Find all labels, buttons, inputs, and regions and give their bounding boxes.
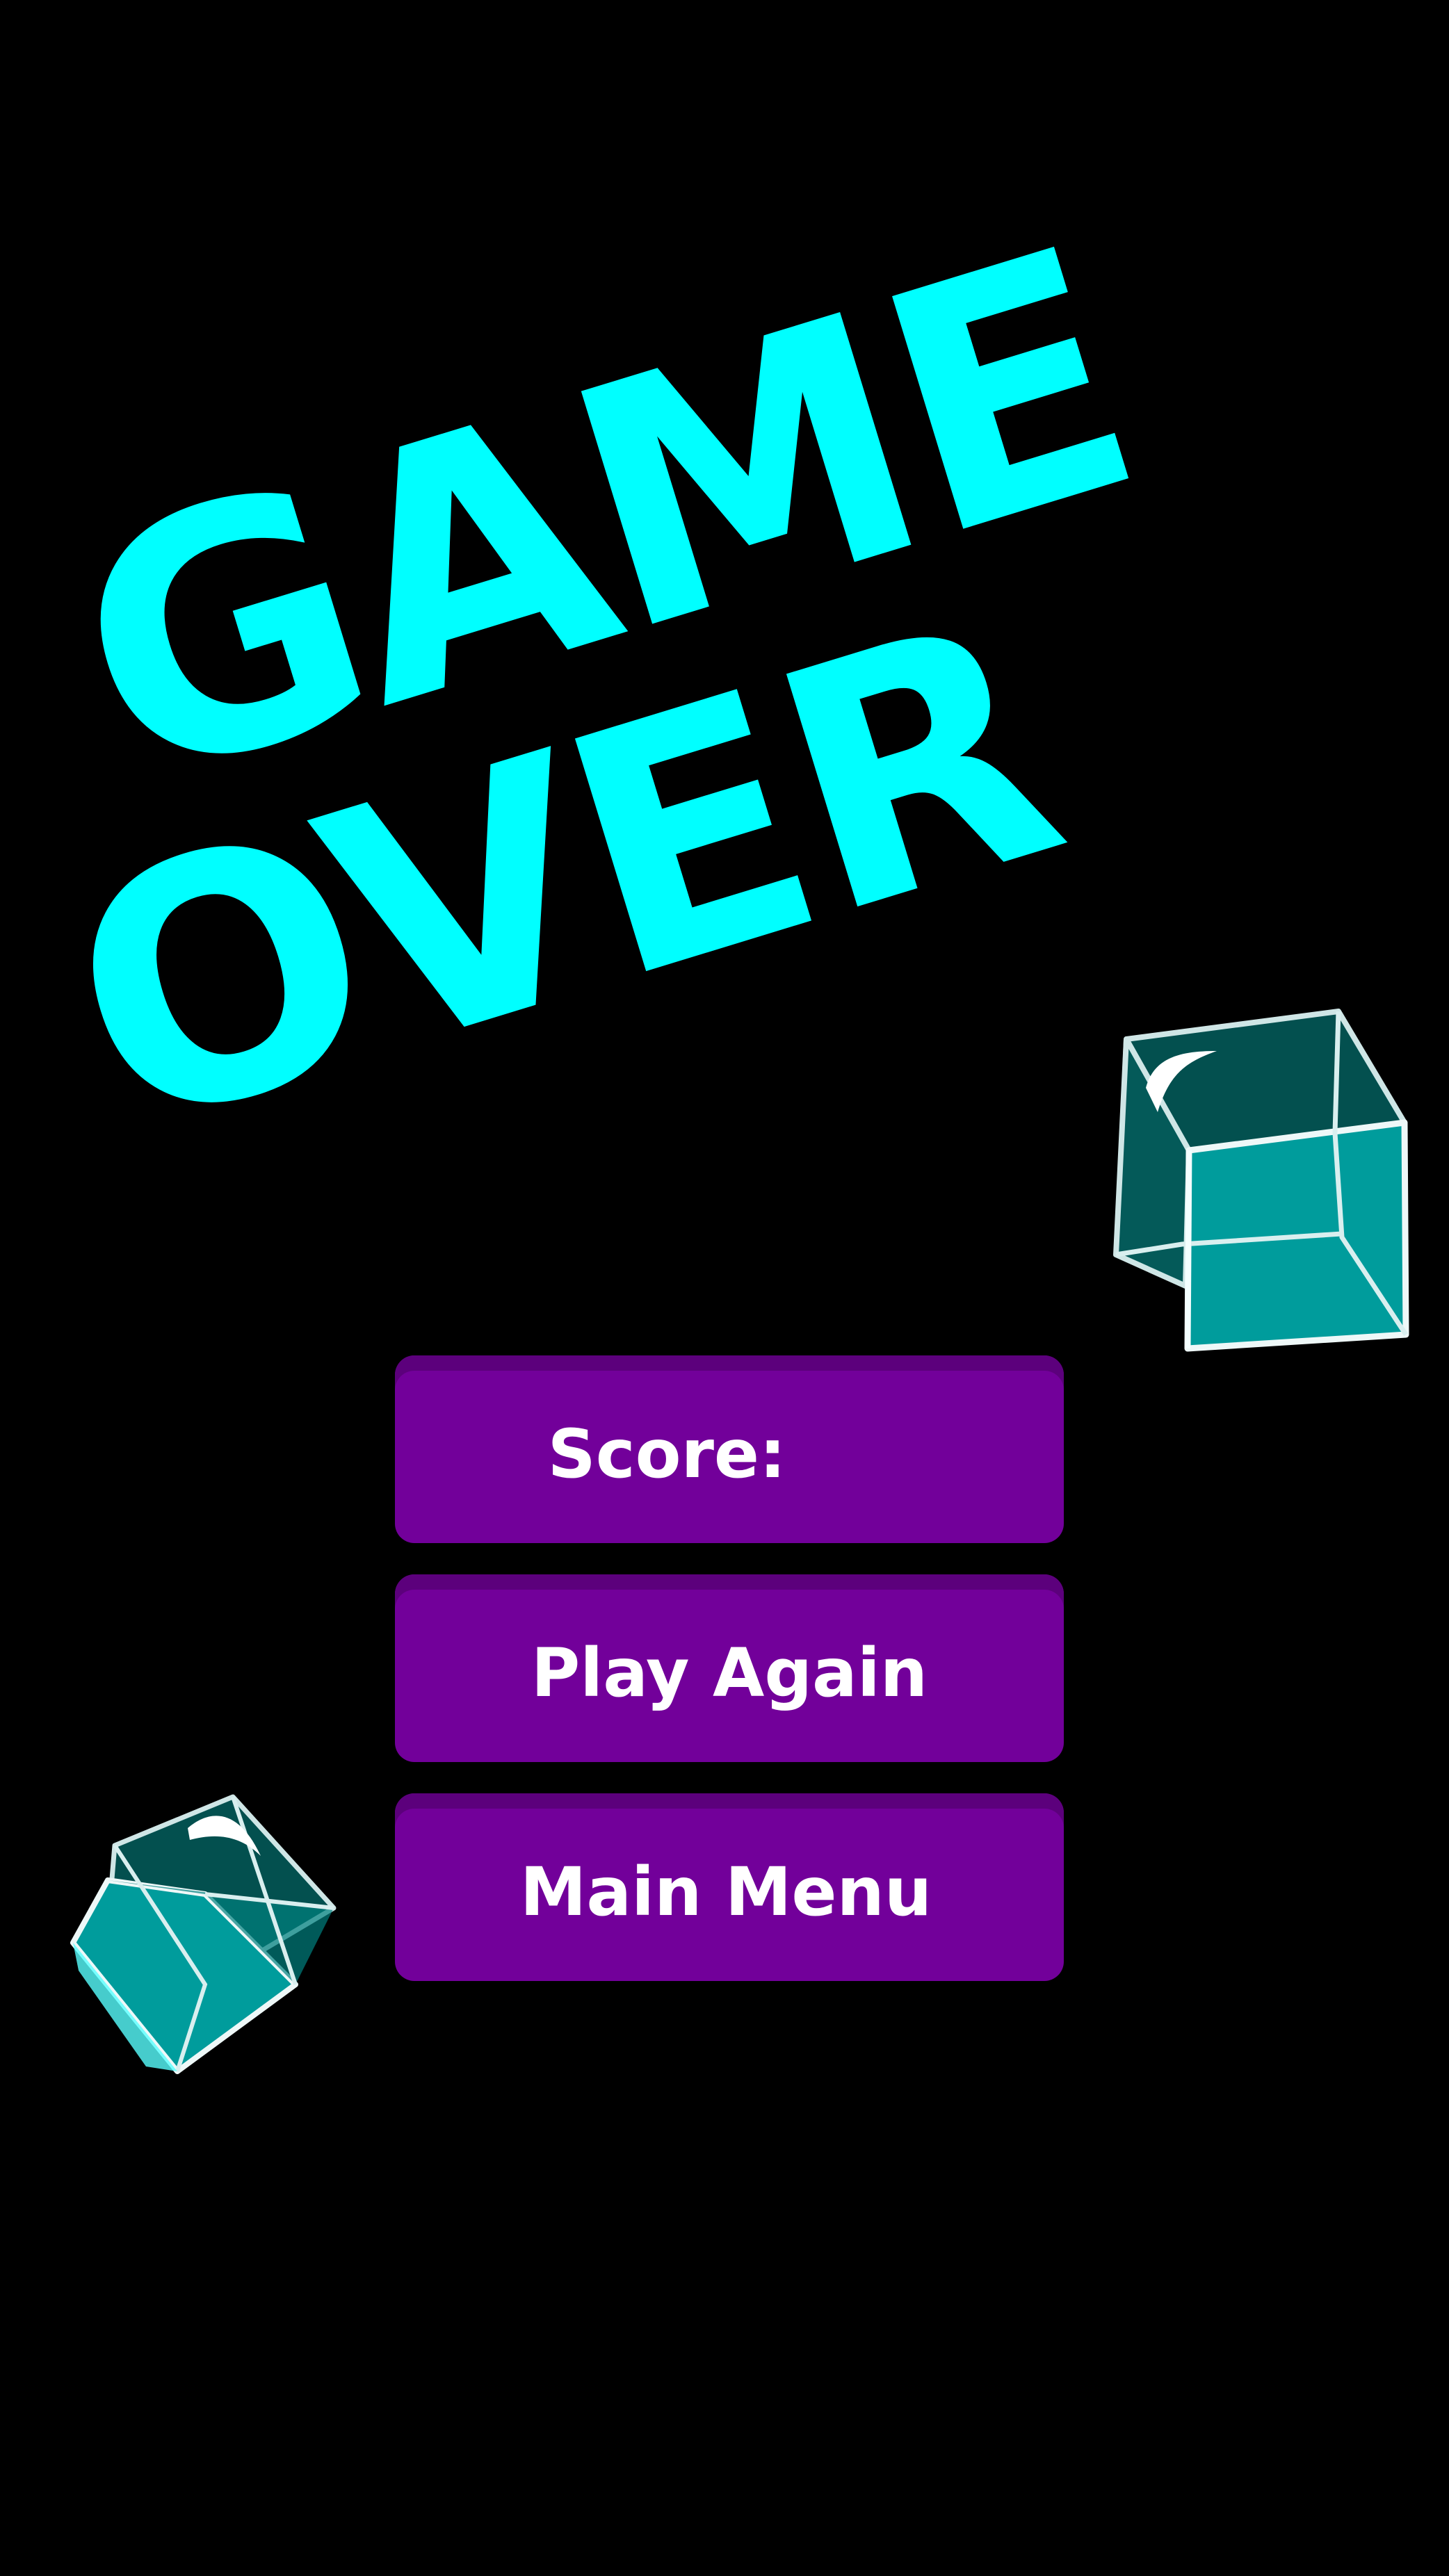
ice-cube-icon [1113,1009,1409,1352]
score-label: Score: [547,1415,786,1493]
play-again-label: Play Again [531,1634,928,1712]
main-menu-button[interactable]: Main Menu [395,1793,1064,1981]
score-panel: Score: [395,1355,1064,1543]
game-over-screen: GAME OVER Score: Play Again Main Menu [0,0,1449,2576]
play-again-button[interactable]: Play Again [395,1574,1064,1762]
ice-cube-icon [70,1794,337,2074]
main-menu-label: Main Menu [519,1853,932,1931]
